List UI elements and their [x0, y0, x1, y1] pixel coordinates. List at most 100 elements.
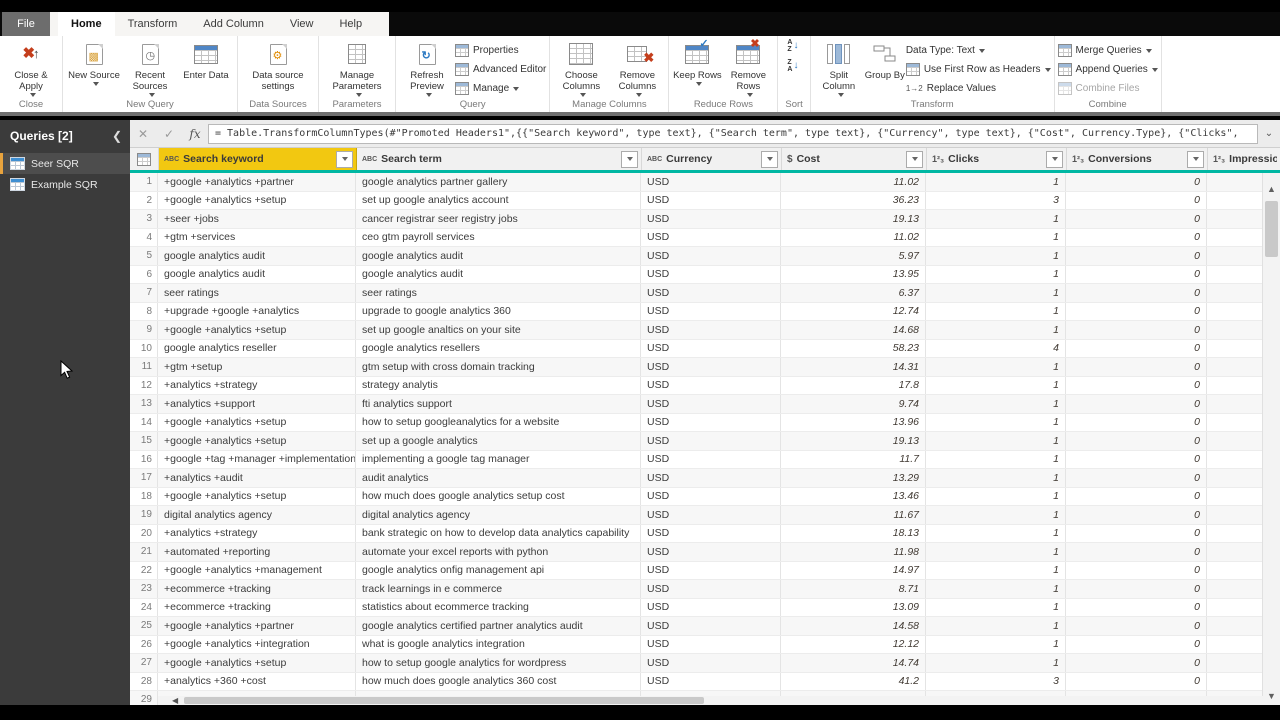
cell-clicks[interactable]: 1: [926, 635, 1066, 653]
cell-conversions[interactable]: 0: [1066, 432, 1207, 450]
properties-button[interactable]: Properties: [455, 41, 546, 60]
cell-clicks[interactable]: 1: [926, 284, 1066, 302]
cell-conversions[interactable]: 0: [1066, 413, 1207, 431]
expand-formula-bar-icon[interactable]: ⌄: [1258, 128, 1280, 139]
tab-transform[interactable]: Transform: [115, 12, 191, 36]
cell-currency[interactable]: USD: [641, 191, 781, 209]
cell-search-keyword[interactable]: +automated +reporting: [158, 543, 356, 561]
cell-search-keyword[interactable]: +analytics +strategy: [158, 524, 356, 542]
cell-search-term[interactable]: cancer registrar seer registry jobs: [356, 210, 641, 228]
cell-cost[interactable]: 41.2: [781, 672, 926, 690]
cell-conversions[interactable]: 0: [1066, 654, 1207, 672]
cell-cost[interactable]: 12.74: [781, 302, 926, 320]
replace-values-button[interactable]: 1→2 Replace Values: [906, 79, 1051, 98]
tab-help[interactable]: Help: [326, 12, 375, 36]
close-and-apply-button[interactable]: ✖ ↑ Close & Apply: [3, 36, 59, 97]
cell-currency[interactable]: USD: [641, 506, 781, 524]
filter-dropdown-icon[interactable]: [1046, 150, 1063, 168]
cell-cost[interactable]: 19.13: [781, 432, 926, 450]
cell-conversions[interactable]: 0: [1066, 358, 1207, 376]
filter-dropdown-icon[interactable]: [621, 150, 638, 168]
cell-clicks[interactable]: 1: [926, 469, 1066, 487]
cell-search-term[interactable]: implementing a google tag manager: [356, 450, 641, 468]
row-number[interactable]: 11: [130, 358, 158, 376]
horizontal-scroll-thumb[interactable]: [184, 697, 705, 704]
row-number[interactable]: 12: [130, 376, 158, 394]
filter-dropdown-icon[interactable]: [761, 150, 778, 168]
cell-search-keyword[interactable]: +google +analytics +setup: [158, 432, 356, 450]
cell-conversions[interactable]: 0: [1066, 395, 1207, 413]
cell-cost[interactable]: 9.74: [781, 395, 926, 413]
cell-conversions[interactable]: 0: [1066, 321, 1207, 339]
cell-currency[interactable]: USD: [641, 302, 781, 320]
cell-cost[interactable]: 5.97: [781, 247, 926, 265]
cell-search-term[interactable]: ceo gtm payroll services: [356, 228, 641, 246]
cell-currency[interactable]: USD: [641, 228, 781, 246]
cell-currency[interactable]: USD: [641, 580, 781, 598]
new-source-button[interactable]: ▩ New Source: [66, 36, 122, 86]
cell-cost[interactable]: 58.23: [781, 339, 926, 357]
commit-formula-icon[interactable]: ✓: [156, 127, 182, 141]
cell-cost[interactable]: 14.31: [781, 358, 926, 376]
cell-clicks[interactable]: 1: [926, 321, 1066, 339]
row-number[interactable]: 9: [130, 321, 158, 339]
cell-search-term[interactable]: automate your excel reports with python: [356, 543, 641, 561]
row-number[interactable]: 17: [130, 469, 158, 487]
row-number[interactable]: 16: [130, 450, 158, 468]
cell-cost[interactable]: 12.12: [781, 635, 926, 653]
cell-search-keyword[interactable]: +analytics +360 +cost: [158, 672, 356, 690]
filter-dropdown-icon[interactable]: [336, 150, 353, 168]
row-number[interactable]: 23: [130, 580, 158, 598]
cell-conversions[interactable]: 0: [1066, 543, 1207, 561]
row-number[interactable]: 19: [130, 506, 158, 524]
combine-files-button[interactable]: Combine Files: [1057, 79, 1158, 98]
cell-search-keyword[interactable]: +google +analytics +setup: [158, 321, 356, 339]
cell-search-keyword[interactable]: +google +tag +manager +implementation: [158, 450, 356, 468]
cell-currency[interactable]: USD: [641, 210, 781, 228]
cell-conversions[interactable]: 0: [1066, 506, 1207, 524]
cell-cost[interactable]: 11.98: [781, 543, 926, 561]
column-header-conversions[interactable]: 1²₃ Conversions: [1067, 148, 1208, 170]
row-number[interactable]: 22: [130, 561, 158, 579]
use-first-row-as-headers-button[interactable]: Use First Row as Headers: [905, 60, 1051, 79]
cell-search-keyword[interactable]: +seer +jobs: [158, 210, 356, 228]
cell-search-term[interactable]: what is google analytics integration: [356, 635, 641, 653]
cell-clicks[interactable]: 1: [926, 173, 1066, 191]
cell-currency[interactable]: USD: [641, 173, 781, 191]
cell-search-term[interactable]: audit analytics: [356, 469, 641, 487]
cell-conversions[interactable]: 0: [1066, 580, 1207, 598]
cell-cost[interactable]: 13.29: [781, 469, 926, 487]
cell-search-keyword[interactable]: +gtm +setup: [158, 358, 356, 376]
cell-conversions[interactable]: 0: [1066, 635, 1207, 653]
append-queries-button[interactable]: Append Queries: [1057, 60, 1158, 79]
scroll-down-icon[interactable]: ▼: [1263, 688, 1280, 703]
cell-cost[interactable]: 14.97: [781, 561, 926, 579]
cell-conversions[interactable]: 0: [1066, 672, 1207, 690]
cell-currency[interactable]: USD: [641, 524, 781, 542]
column-header-cost[interactable]: $ Cost: [782, 148, 927, 170]
cell-conversions[interactable]: 0: [1066, 210, 1207, 228]
cell-search-keyword[interactable]: google analytics audit: [158, 265, 356, 283]
query-item-example-sqr[interactable]: Example SQR: [0, 174, 130, 195]
data-source-settings-button[interactable]: ⚙ Data source settings: [241, 36, 315, 93]
cell-search-term[interactable]: google analytics audit: [356, 265, 641, 283]
group-by-button[interactable]: Group By: [864, 36, 906, 82]
cancel-formula-icon[interactable]: ✕: [130, 127, 156, 141]
cell-clicks[interactable]: 1: [926, 598, 1066, 616]
cell-cost[interactable]: 13.46: [781, 487, 926, 505]
cell-clicks[interactable]: 3: [926, 191, 1066, 209]
cell-search-term[interactable]: strategy analytis: [356, 376, 641, 394]
cell-search-keyword[interactable]: +google +analytics +integration: [158, 635, 356, 653]
cell-cost[interactable]: 13.95: [781, 265, 926, 283]
column-header-search-keyword[interactable]: ABC Search keyword: [159, 148, 357, 170]
tab-file[interactable]: File: [2, 12, 50, 36]
cell-currency[interactable]: USD: [641, 672, 781, 690]
cell-search-term[interactable]: how to setup googleanalytics for a websi…: [356, 413, 641, 431]
cell-search-term[interactable]: set up google analtics on your site: [356, 321, 641, 339]
cell-cost[interactable]: 14.68: [781, 321, 926, 339]
cell-search-keyword[interactable]: google analytics reseller: [158, 339, 356, 357]
column-header-currency[interactable]: ABC Currency: [642, 148, 782, 170]
cell-clicks[interactable]: 4: [926, 339, 1066, 357]
select-all-corner[interactable]: [130, 148, 159, 170]
scroll-up-icon[interactable]: ▲: [1263, 181, 1280, 196]
